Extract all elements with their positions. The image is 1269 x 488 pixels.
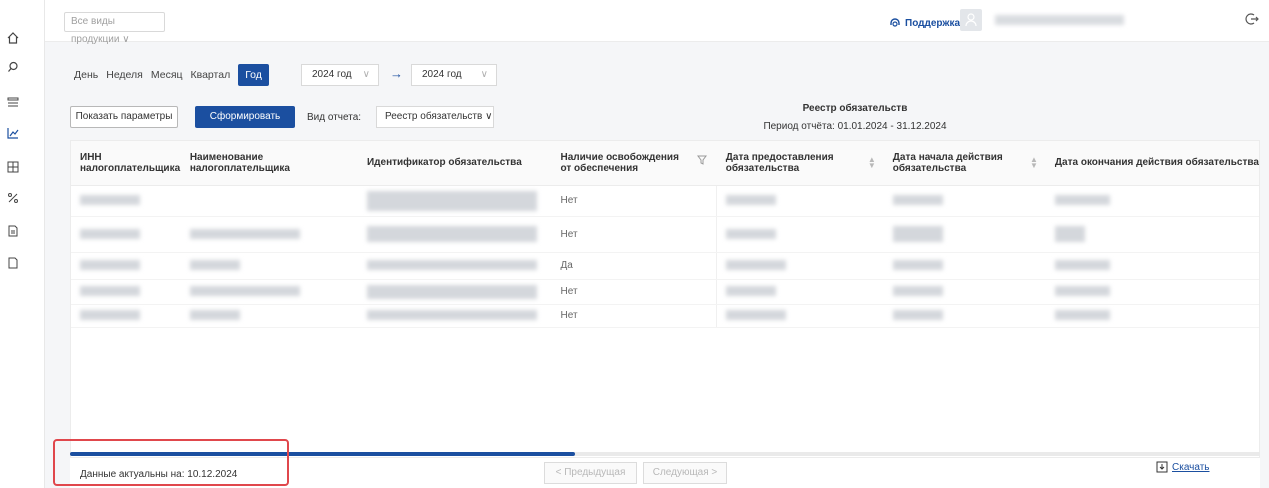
user-name-redacted [995,15,1124,25]
report-title: Реестр обязательств [802,103,908,114]
avatar[interactable] [960,9,982,31]
table-row[interactable]: Нет [71,304,1259,328]
download-icon [1156,461,1168,473]
report-period: Период отчёта: 01.01.2024 - 31.12.2024 [763,121,947,132]
column-header-date-start[interactable]: Дата начала действия обязательства ▲ ▼ [883,141,1046,186]
chart-icon[interactable] [6,126,20,140]
column-header-date-end[interactable]: Дата окончания действия обязательства [1045,141,1259,186]
top-bar: Все виды продукции ∨ Поддержка [45,0,1269,45]
file-icon[interactable] [6,256,20,270]
exemption-cell: Нет [551,185,717,217]
chevron-down-icon: ∨ [480,69,488,80]
highlight-box [53,439,289,486]
chevron-down-icon: ∨ [485,111,493,122]
percent-icon[interactable] [6,191,20,205]
column-header-inn[interactable]: ИНН налогоплательщика [71,141,181,186]
report-heading: Реестр обязательств Период отчёта: 01.01… [715,100,995,136]
sidebar [0,0,28,488]
download-label: Скачать [1172,462,1210,473]
report-type-label: Вид отчета: [307,112,362,123]
document-icon[interactable] [6,224,20,238]
user-icon [965,13,977,27]
main-area: Все виды продукции ∨ Поддержка День Неде… [45,0,1269,488]
year-to-value: 2024 год [422,69,462,80]
table-row[interactable]: Нет [71,185,1259,217]
tab-day[interactable]: День [70,64,102,86]
tab-week[interactable]: Неделя [102,64,147,86]
table-row[interactable]: Да [71,252,1259,280]
generate-button[interactable]: Сформировать [195,106,295,128]
filter-icon[interactable] [696,155,707,165]
period-tabs: День Неделя Месяц Квартал Год [70,64,269,86]
obligations-table: ИНН налогоплательщика Наименование налог… [70,140,1260,488]
grid-icon[interactable] [6,160,20,174]
arrow-right-icon: → [390,66,403,81]
tab-month[interactable]: Месяц [147,64,187,86]
report-type-value: Реестр обязательств [385,111,483,122]
product-type-select-label: Все виды продукции [71,16,120,45]
report-type-select[interactable]: Реестр обязательств ∨ [376,106,494,128]
column-header-date-provided[interactable]: Дата предоставления обязательства ▲ ▼ [716,141,884,186]
home-icon[interactable] [6,31,20,45]
download-link[interactable]: Скачать [1156,461,1210,473]
exemption-cell: Да [551,252,717,280]
support-link[interactable]: Поддержка [890,18,961,29]
list-icon[interactable] [6,95,20,109]
column-header-obligation-id[interactable]: Идентификатор обязательства [357,141,552,186]
column-header-exemption[interactable]: Наличие освобождения от обеспечения [551,141,717,186]
year-to-select[interactable]: 2024 год ∨ [411,64,497,86]
table-row[interactable]: Нет [71,279,1259,305]
year-from-select[interactable]: 2024 год ∨ [301,64,379,86]
product-type-select[interactable]: Все виды продукции ∨ [64,12,165,45]
table-header-row: ИНН налогоплательщика Наименование налог… [71,141,1259,186]
chevron-down-icon: ∨ [122,34,130,45]
sort-icon[interactable]: ▲ ▼ [1030,156,1038,170]
exemption-cell: Нет [551,304,717,328]
table-row[interactable]: Нет [71,216,1259,253]
tab-year[interactable]: Год [238,64,269,86]
chevron-down-icon: ∨ [362,69,370,80]
column-header-name[interactable]: Наименование налогоплательщика [180,141,358,186]
year-from-value: 2024 год [312,69,352,80]
logout-icon[interactable] [1245,12,1259,26]
exemption-cell: Нет [551,279,717,305]
next-page-button[interactable]: Следующая > [643,462,727,484]
tab-quarter[interactable]: Квартал [187,64,235,86]
headset-icon [890,18,900,27]
sort-icon[interactable]: ▲ ▼ [868,156,876,170]
support-label: Поддержка [905,18,961,29]
show-params-button[interactable]: Показать параметры [70,106,178,128]
search-icon[interactable] [6,60,20,74]
exemption-cell: Нет [551,216,717,253]
prev-page-button[interactable]: < Предыдущая [544,462,637,484]
